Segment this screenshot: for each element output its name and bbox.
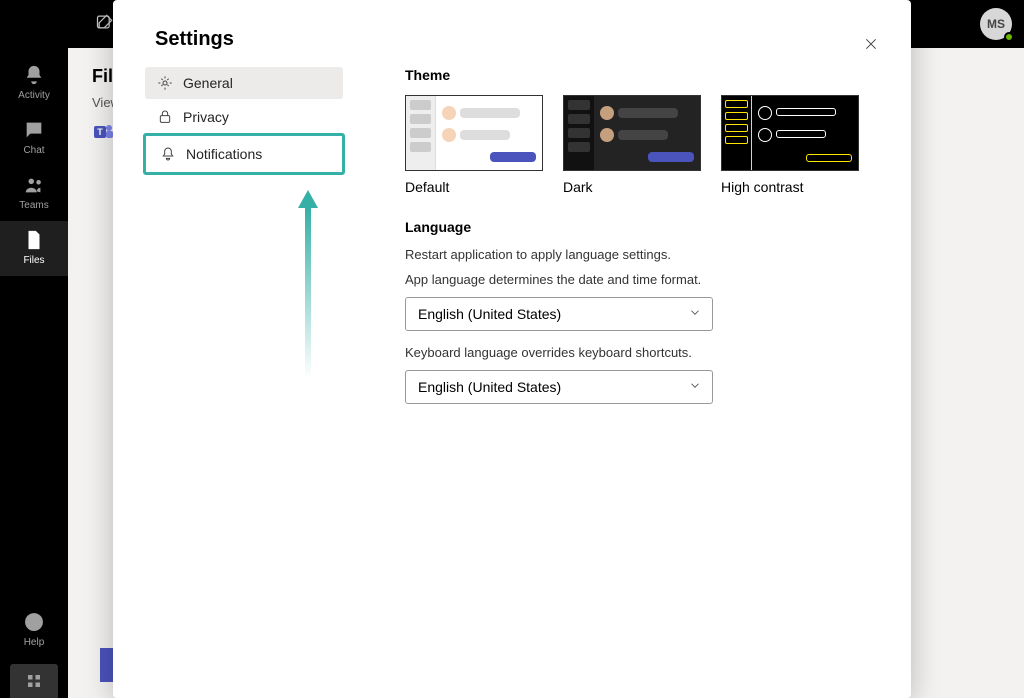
theme-title: Theme <box>405 67 879 83</box>
theme-option-default[interactable]: Default <box>405 95 545 195</box>
keyboard-language-hint: Keyboard language overrides keyboard sho… <box>405 345 879 360</box>
modal-title: Settings <box>155 28 879 51</box>
settings-tab-notifications-label: Notifications <box>186 146 262 162</box>
app-language-hint: App language determines the date and tim… <box>405 272 879 287</box>
annotation-arrow <box>298 190 318 378</box>
settings-tab-general[interactable]: General <box>145 67 343 99</box>
settings-tab-privacy-label: Privacy <box>183 109 229 125</box>
language-title: Language <box>405 219 879 235</box>
chevron-down-icon <box>688 379 702 396</box>
language-restart-hint: Restart application to apply language se… <box>405 247 879 262</box>
chevron-down-icon <box>688 306 702 323</box>
theme-dark-label: Dark <box>563 179 703 195</box>
theme-default-label: Default <box>405 179 545 195</box>
settings-modal: Settings General Privacy Notifications <box>113 0 911 698</box>
theme-option-dark[interactable]: Dark <box>563 95 703 195</box>
app-language-select[interactable]: English (United States) <box>405 297 713 331</box>
notifications-highlight: Notifications <box>143 133 345 175</box>
theme-high-label: High contrast <box>721 179 861 195</box>
keyboard-language-select[interactable]: English (United States) <box>405 370 713 404</box>
settings-tab-general-label: General <box>183 75 233 91</box>
settings-tab-privacy[interactable]: Privacy <box>145 101 343 133</box>
theme-option-high-contrast[interactable]: High contrast <box>721 95 861 195</box>
modal-overlay: Settings General Privacy Notifications <box>0 0 1024 698</box>
keyboard-language-value: English (United States) <box>418 379 561 395</box>
close-button[interactable] <box>857 30 885 61</box>
settings-main: Theme Default <box>405 67 879 418</box>
app-language-value: English (United States) <box>418 306 561 322</box>
settings-tab-notifications[interactable]: Notifications <box>148 138 340 170</box>
